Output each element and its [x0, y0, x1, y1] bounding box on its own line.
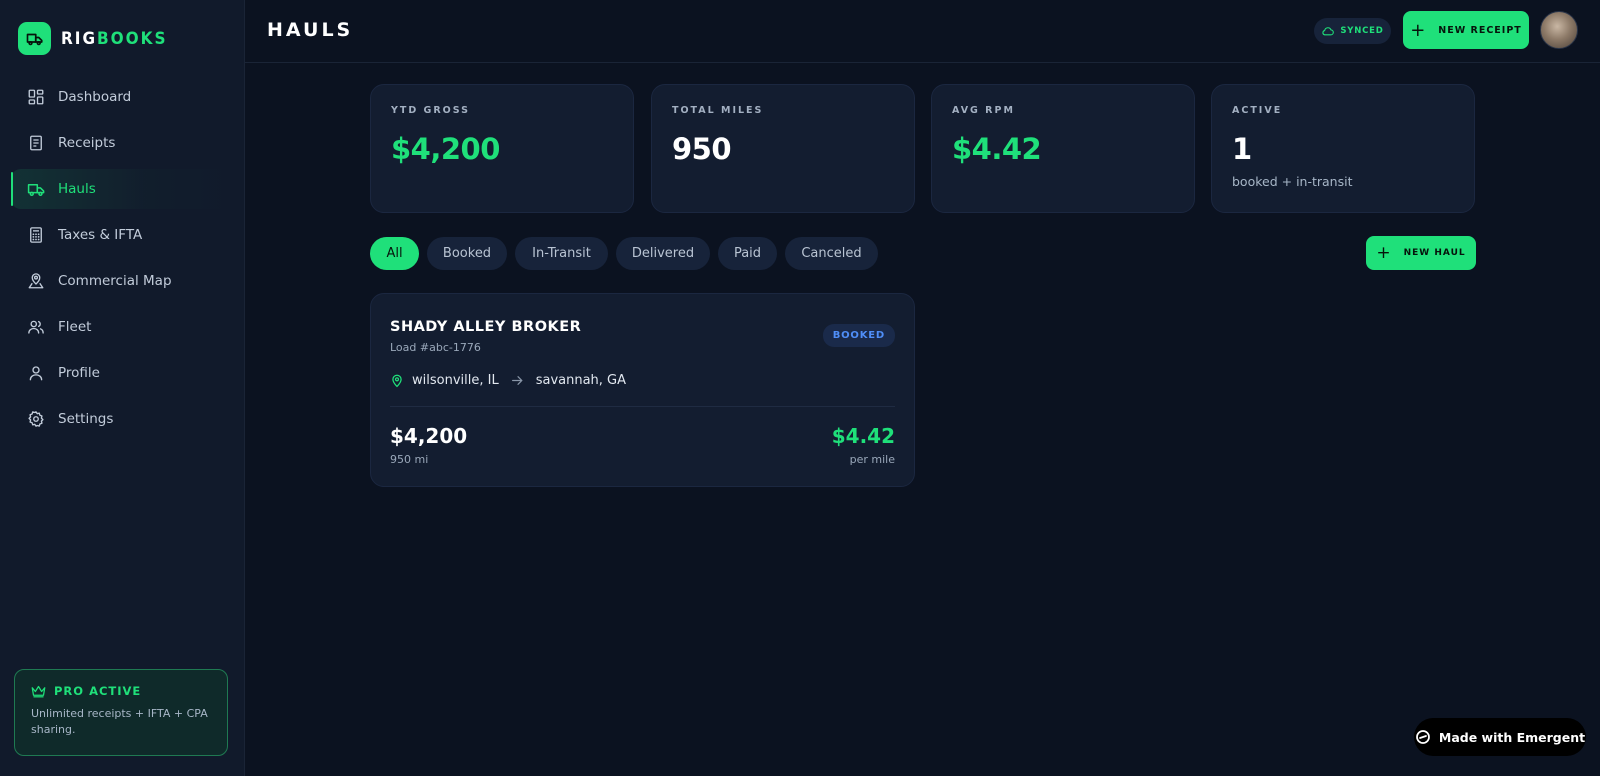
- stat-label: ACTIVE: [1232, 105, 1283, 116]
- brand[interactable]: RIGBOOKS: [18, 22, 168, 55]
- haul-card[interactable]: SHADY ALLEY BROKER Load #abc-1776 BOOKED…: [370, 293, 915, 487]
- sidebar-nav: Dashboard Receipts Hauls Taxes & IFTA Co…: [0, 77, 245, 445]
- stat-value: 950: [672, 132, 732, 166]
- sidebar-item-dashboard[interactable]: Dashboard: [11, 77, 234, 117]
- haul-gross: $4,200: [390, 424, 468, 448]
- filter-chip-booked[interactable]: Booked: [427, 237, 507, 270]
- stat-label: AVG RPM: [952, 105, 1015, 116]
- filter-chip-delivered[interactable]: Delivered: [616, 237, 710, 270]
- crown-icon: [31, 685, 46, 697]
- sync-status-text: SYNCED: [1340, 26, 1384, 36]
- haul-miles: 950 mi: [390, 453, 429, 466]
- haul-route: wilsonville, IL savannah, GA: [390, 373, 626, 388]
- stat-card-avg-rpm: AVG RPM $4.42: [931, 84, 1195, 213]
- sidebar-item-label: Profile: [58, 365, 100, 381]
- pro-title-text: PRO ACTIVE: [54, 684, 142, 698]
- filter-chip-canceled[interactable]: Canceled: [785, 237, 878, 270]
- pro-description: Unlimited receipts + IFTA + CPA sharing.: [31, 707, 208, 736]
- avatar[interactable]: [1540, 11, 1578, 49]
- haul-origin: wilsonville, IL: [412, 373, 499, 388]
- brand-name: RIGBOOKS: [61, 29, 168, 49]
- new-haul-label: NEW HAUL: [1403, 248, 1466, 258]
- sidebar-item-label: Taxes & IFTA: [58, 227, 143, 243]
- sidebar-item-label: Fleet: [58, 319, 92, 335]
- brand-name-part1: RIG: [61, 28, 98, 49]
- brand-name-part2: BOOKS: [97, 28, 168, 49]
- new-receipt-button[interactable]: + NEW RECEIPT: [1403, 11, 1529, 49]
- topbar: HAULS SYNCED + NEW RECEIPT: [245, 0, 1600, 63]
- stat-subtext: booked + in-transit: [1232, 174, 1353, 189]
- new-haul-button[interactable]: + NEW HAUL: [1366, 236, 1476, 270]
- pro-status-card: PRO ACTIVE Unlimited receipts + IFTA + C…: [14, 669, 228, 756]
- haul-destination: savannah, GA: [535, 373, 627, 388]
- plus-icon: +: [1410, 19, 1427, 41]
- plus-icon: +: [1376, 243, 1392, 263]
- sidebar-item-label: Commercial Map: [58, 273, 172, 289]
- stat-label: TOTAL MILES: [672, 105, 764, 116]
- emergent-logo-icon: [1416, 730, 1430, 744]
- sync-status-badge[interactable]: SYNCED: [1314, 18, 1391, 44]
- sidebar-item-fleet[interactable]: Fleet: [11, 307, 234, 347]
- sidebar-item-profile[interactable]: Profile: [11, 353, 234, 393]
- stat-label: YTD GROSS: [391, 105, 470, 116]
- stat-card-active: ACTIVE 1 booked + in-transit: [1211, 84, 1475, 213]
- truck-icon: [26, 179, 46, 199]
- new-receipt-label: NEW RECEIPT: [1438, 24, 1522, 36]
- filter-chip-in-transit[interactable]: In-Transit: [515, 237, 608, 270]
- haul-broker-name: SHADY ALLEY BROKER: [390, 319, 582, 335]
- calculator-icon: [26, 225, 46, 245]
- status-badge: BOOKED: [822, 324, 895, 347]
- pro-title: PRO ACTIVE: [31, 684, 211, 698]
- sidebar-item-taxes-ifta[interactable]: Taxes & IFTA: [11, 215, 234, 255]
- sidebar-item-settings[interactable]: Settings: [11, 399, 234, 439]
- sidebar-item-label: Settings: [58, 411, 114, 427]
- haul-rpm-label: per mile: [849, 453, 895, 466]
- sidebar-item-label: Dashboard: [58, 89, 132, 105]
- stat-card-ytd-gross: YTD GROSS $4,200: [370, 84, 634, 213]
- arrow-right-icon: [511, 375, 524, 386]
- haul-rpm: $4.42: [831, 424, 895, 448]
- truck-logo-icon: [18, 22, 51, 55]
- users-icon: [26, 317, 46, 337]
- sidebar-item-commercial-map[interactable]: Commercial Map: [11, 261, 234, 301]
- sidebar-item-label: Receipts: [58, 135, 116, 151]
- map-pin-icon: [390, 373, 404, 388]
- gear-icon: [26, 409, 46, 429]
- page-title: HAULS: [267, 19, 354, 41]
- stat-value: $4.42: [952, 132, 1042, 166]
- stat-card-total-miles: TOTAL MILES 950: [651, 84, 915, 213]
- sidebar-item-receipts[interactable]: Receipts: [11, 123, 234, 163]
- divider: [390, 406, 895, 407]
- user-icon: [26, 363, 46, 383]
- filter-chip-paid[interactable]: Paid: [718, 237, 777, 270]
- haul-load-number: Load #abc-1776: [390, 341, 481, 354]
- status-filter-tabs: All Booked In-Transit Delivered Paid Can…: [370, 237, 886, 270]
- stat-value: 1: [1232, 132, 1252, 166]
- made-with-emergent-text: Made with Emergent: [1438, 729, 1586, 745]
- receipt-icon: [26, 133, 46, 153]
- sidebar: RIGBOOKS Dashboard Receipts Hauls Taxes …: [0, 0, 245, 776]
- sidebar-item-hauls[interactable]: Hauls: [11, 169, 234, 209]
- sidebar-item-label: Hauls: [58, 181, 96, 197]
- stat-value: $4,200: [391, 132, 500, 166]
- cloud-icon: [1322, 27, 1335, 36]
- grid-icon: [26, 87, 46, 107]
- made-with-emergent-badge[interactable]: Made with Emergent: [1414, 718, 1586, 756]
- filter-chip-all[interactable]: All: [370, 237, 419, 270]
- map-pin-icon: [26, 271, 46, 291]
